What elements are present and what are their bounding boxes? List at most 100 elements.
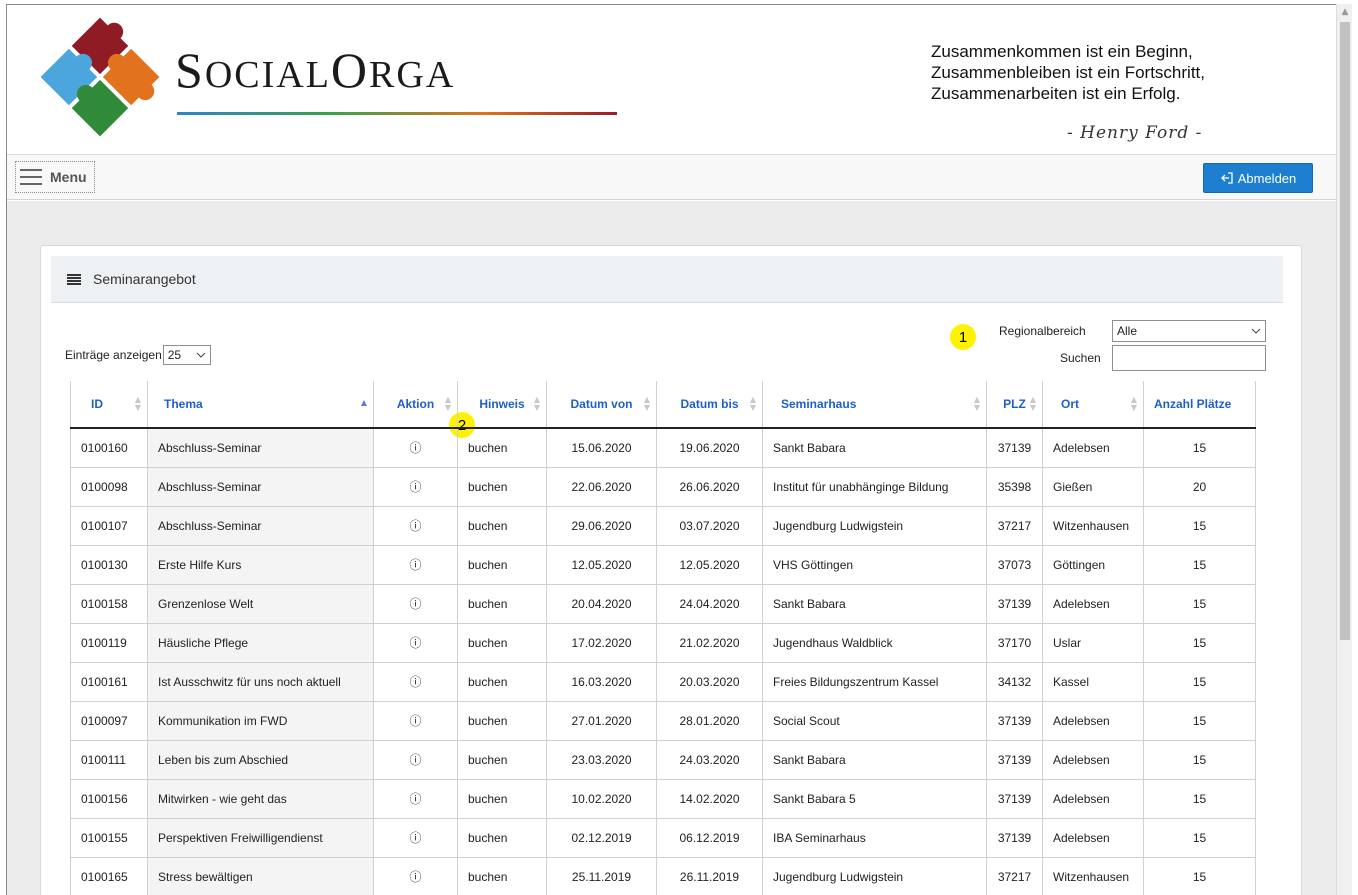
cell-ort: Adelebsen: [1042, 818, 1144, 858]
book-link[interactable]: buchen: [457, 779, 547, 819]
chevron-down-icon: [1251, 328, 1261, 334]
cell-ort: Adelebsen: [1042, 740, 1144, 780]
search-label: Suchen: [1060, 351, 1101, 365]
cell-plz: 37139: [986, 740, 1043, 780]
info-icon[interactable]: ⓘ: [373, 506, 458, 546]
column-header-thema[interactable]: Thema ▲: [147, 381, 374, 429]
cell-seminarhaus: Sankt Babara: [762, 584, 987, 624]
cell-plz: 37139: [986, 701, 1043, 741]
info-icon[interactable]: ⓘ: [373, 857, 458, 895]
quote-line: Zusammenkommen ist ein Beginn,: [931, 42, 1193, 61]
info-icon[interactable]: ⓘ: [373, 740, 458, 780]
cell-thema: Abschluss-Seminar: [147, 506, 374, 546]
column-header-seminarhaus[interactable]: Seminarhaus ▲ ▼: [762, 381, 987, 429]
cell-id: 0100107: [70, 506, 148, 546]
info-icon[interactable]: ⓘ: [373, 779, 458, 819]
quote-line: Zusammenbleiben ist ein Fortschritt,: [931, 63, 1205, 82]
book-link[interactable]: buchen: [457, 701, 547, 741]
cell-datum-bis: 14.02.2020: [656, 779, 763, 819]
info-icon[interactable]: ⓘ: [373, 467, 458, 507]
cell-datum-von: 20.04.2020: [546, 584, 657, 624]
cell-ort: Adelebsen: [1042, 701, 1144, 741]
cell-datum-bis: 24.04.2020: [656, 584, 763, 624]
column-label: Thema: [164, 397, 203, 411]
book-link[interactable]: buchen: [457, 545, 547, 585]
book-link[interactable]: buchen: [457, 623, 547, 663]
cell-datum-bis: 12.05.2020: [656, 545, 763, 585]
column-header-aktion[interactable]: Aktion ▲ ▼: [373, 381, 458, 429]
hamburger-icon: [20, 169, 42, 185]
sort-icon: ▲ ▼: [1029, 395, 1036, 412]
entries-select[interactable]: 25: [162, 345, 211, 365]
info-icon[interactable]: ⓘ: [373, 701, 458, 741]
column-label: Ort: [1061, 397, 1079, 411]
info-icon[interactable]: ⓘ: [373, 818, 458, 858]
region-select[interactable]: Alle: [1112, 320, 1266, 342]
column-header-hinweis[interactable]: Hinweis ▲ ▼: [457, 381, 547, 429]
cell-datum-von: 02.12.2019: [546, 818, 657, 858]
cell-id: 0100165: [70, 857, 148, 895]
cell-plz: 37139: [986, 779, 1043, 819]
cell-thema: Leben bis zum Abschied: [147, 740, 374, 780]
cell-anzahl-plaetze: 15: [1143, 506, 1256, 546]
cell-thema: Abschluss-Seminar: [147, 467, 374, 507]
cell-anzahl-plaetze: 20: [1143, 467, 1256, 507]
cell-thema: Perspektiven Freiwilligendienst: [147, 818, 374, 858]
cell-id: 0100156: [70, 779, 148, 819]
column-header-id[interactable]: ID ▲ ▼: [70, 381, 148, 429]
scroll-up-icon[interactable]: ▲: [1337, 4, 1353, 20]
cell-ort: Adelebsen: [1042, 428, 1144, 468]
book-link[interactable]: buchen: [457, 506, 547, 546]
info-icon[interactable]: ⓘ: [373, 662, 458, 702]
entries-control: Einträge anzeigen 25: [65, 345, 211, 365]
book-link[interactable]: buchen: [457, 740, 547, 780]
column-header-anzahl-plaetze[interactable]: Anzahl Plätze: [1143, 381, 1256, 429]
cell-plz: 37139: [986, 428, 1043, 468]
column-header-datum-bis[interactable]: Datum bis ▲ ▼: [656, 381, 763, 429]
book-link[interactable]: buchen: [457, 662, 547, 702]
column-header-datum-von[interactable]: Datum von ▲ ▼: [546, 381, 657, 429]
cell-anzahl-plaetze: 15: [1143, 701, 1256, 741]
cell-datum-bis: 03.07.2020: [656, 506, 763, 546]
logout-button[interactable]: Abmelden: [1203, 163, 1313, 193]
sort-icon: ▲ ▼: [134, 395, 141, 412]
cell-id: 0100119: [70, 623, 148, 663]
info-icon[interactable]: ⓘ: [373, 623, 458, 663]
book-link[interactable]: buchen: [457, 467, 547, 507]
cell-thema: Häusliche Pflege: [147, 623, 374, 663]
cell-datum-bis: 28.01.2020: [656, 701, 763, 741]
cell-seminarhaus: Sankt Babara: [762, 740, 987, 780]
sign-out-icon: [1220, 172, 1233, 184]
quote-author: - Henry Ford -: [1067, 123, 1203, 143]
cell-datum-von: 16.03.2020: [546, 662, 657, 702]
top-toolbar: Menu Abmelden: [7, 155, 1336, 200]
chevron-down-icon: [196, 352, 206, 358]
column-header-plz[interactable]: PLZ ▲ ▼: [986, 381, 1043, 429]
cell-plz: 37217: [986, 506, 1043, 546]
cell-plz: 37170: [986, 623, 1043, 663]
menu-button[interactable]: Menu: [15, 161, 95, 193]
cell-plz: 35398: [986, 467, 1043, 507]
table-row: 0100119 Häusliche Pflege ⓘ buchen 17.02.2020…: [70, 623, 1256, 663]
book-link[interactable]: buchen: [457, 857, 547, 895]
cell-thema: Grenzenlose Welt: [147, 584, 374, 624]
cell-anzahl-plaetze: 15: [1143, 662, 1256, 702]
column-header-ort[interactable]: Ort ▲ ▼: [1042, 381, 1144, 429]
column-label: Datum von: [570, 397, 633, 411]
scroll-thumb[interactable]: [1340, 22, 1350, 640]
seminar-table: ID ▲ ▼ Thema ▲ Aktion ▲ ▼ Hinweis ▲ ▼ Datum von…: [70, 381, 1256, 895]
sort-icon: ▲ ▼: [749, 395, 756, 412]
column-label: Seminarhaus: [781, 397, 857, 411]
search-input[interactable]: [1112, 345, 1266, 371]
cell-datum-von: 23.03.2020: [546, 740, 657, 780]
info-icon[interactable]: ⓘ: [373, 584, 458, 624]
cell-id: 0100160: [70, 428, 148, 468]
cell-ort: Adelebsen: [1042, 584, 1144, 624]
info-icon[interactable]: ⓘ: [373, 545, 458, 585]
vertical-scrollbar[interactable]: ▲: [1336, 4, 1352, 895]
book-link[interactable]: buchen: [457, 584, 547, 624]
info-icon[interactable]: ⓘ: [373, 428, 458, 468]
cell-seminarhaus: Jugendhaus Waldblick: [762, 623, 987, 663]
book-link[interactable]: buchen: [457, 428, 547, 468]
book-link[interactable]: buchen: [457, 818, 547, 858]
